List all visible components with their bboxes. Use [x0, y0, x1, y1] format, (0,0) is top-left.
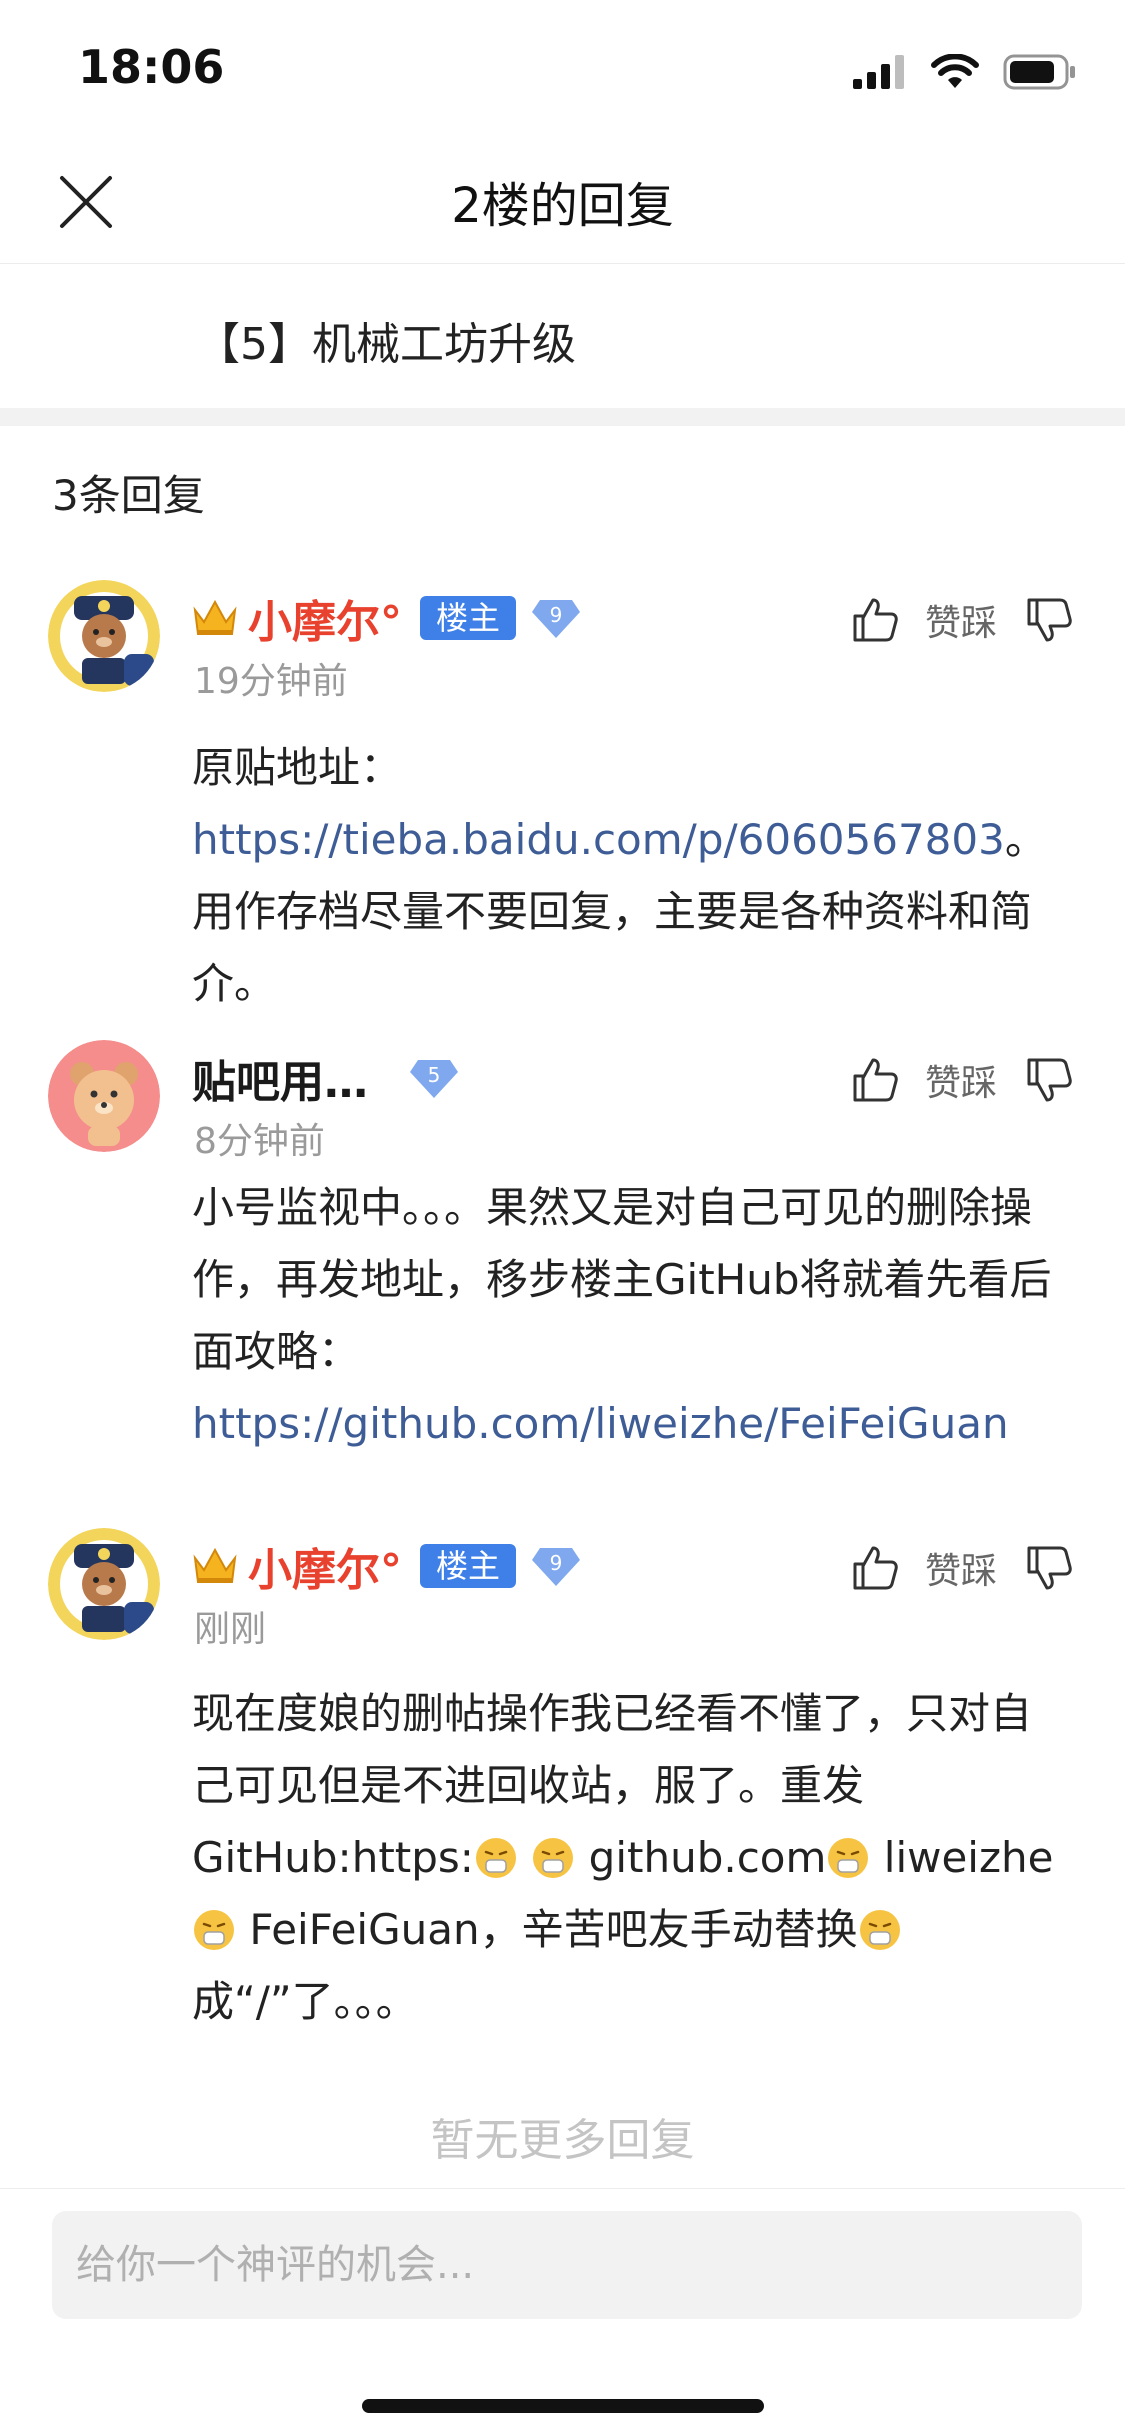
home-indicator[interactable] — [362, 2399, 764, 2413]
comment-link[interactable]: https://tieba.baidu.com/p/6060567803 — [192, 815, 1005, 864]
comment-item: 小摩尔° 楼主 9 19分钟前 赞踩 原贴地址： https://tieba.ba… — [0, 580, 1125, 1008]
page-title: 2楼的回复 — [451, 178, 674, 234]
level-gem-icon: 9 — [532, 1548, 581, 1586]
status-bar: 18:06 — [0, 0, 1125, 132]
crown-icon — [193, 599, 237, 635]
vote-label: 赞踩 — [924, 1551, 997, 1592]
comment-input[interactable] — [52, 2211, 1082, 2319]
thumbs-down-icon[interactable] — [1023, 1542, 1075, 1594]
username[interactable]: 贴吧用… — [192, 1046, 368, 1110]
cellular-signal-icon — [853, 55, 904, 89]
comment-text-part: liweizhe — [883, 1833, 1054, 1882]
comment-link[interactable]: https://github.com/liweizhe/FeiFeiGuan — [192, 1399, 1009, 1448]
level-number: 5 — [428, 1063, 441, 1087]
thumbs-up-icon[interactable] — [849, 1054, 901, 1106]
thread-link[interactable]: 【5】机械工坊升级 — [0, 264, 1125, 408]
sneeze-emoji-icon — [859, 1910, 900, 1950]
sneeze-emoji-icon — [475, 1838, 516, 1878]
comment-text: 小号监视中。。。果然又是对自己可见的删除操作，再发地址，移步楼主GitHub将就… — [192, 1172, 1072, 1460]
avatar[interactable] — [48, 1040, 160, 1152]
reply-count: 3条回复 — [52, 471, 205, 520]
comment-text-part: 小号监视中。。。果然又是对自己可见的删除操作，再发地址，移步楼主GitHub将就… — [192, 1183, 1052, 1376]
sneeze-emoji-icon — [533, 1838, 574, 1878]
comment-header: 小摩尔° 楼主 9 — [192, 1538, 582, 1596]
battery-icon — [1003, 54, 1075, 90]
comment-text-part: 原贴地址： — [192, 743, 403, 792]
comment-item: 贴吧用… 5 8分钟前 赞踩 小号监视中。。。果然又是对自己可见的删除操作，再发… — [0, 1040, 1125, 1460]
comment-time: 19分钟前 — [194, 661, 348, 702]
comment-text: 现在度娘的删帖操作我已经看不懂了，只对自己可见但是不进回收站，服了。重发GitH… — [192, 1678, 1072, 2038]
comment-item: 小摩尔° 楼主 9 刚刚 赞踩 现在度娘的删帖操作我已经看不懂了，只对自己可见但… — [0, 1528, 1125, 2048]
vote-actions: 赞踩 — [849, 1542, 1075, 1594]
level-number: 9 — [550, 603, 563, 627]
avatar[interactable] — [48, 580, 160, 692]
owner-badge: 楼主 — [420, 596, 517, 640]
comment-text-part: 成“/”了。。。 — [192, 1977, 418, 2026]
crown-icon — [193, 1547, 237, 1583]
level-gem-icon: 9 — [532, 600, 581, 638]
bear-avatar-icon — [48, 1040, 160, 1152]
vote-actions: 赞踩 — [849, 1054, 1075, 1106]
sneeze-emoji-icon — [194, 1910, 234, 1950]
thumbs-down-icon[interactable] — [1023, 594, 1075, 646]
vote-label: 赞踩 — [924, 603, 997, 644]
wifi-icon — [931, 54, 979, 88]
comment-time: 刚刚 — [194, 1609, 267, 1650]
username[interactable]: 小摩尔° — [248, 1534, 402, 1598]
status-time: 18:06 — [78, 40, 225, 94]
level-gem-icon: 5 — [410, 1060, 458, 1098]
comment-header: 小摩尔° 楼主 9 — [192, 590, 582, 648]
level-number: 9 — [550, 1551, 563, 1575]
comment-text-part: github.com — [588, 1833, 827, 1882]
thumbs-up-icon[interactable] — [849, 594, 901, 646]
sneeze-emoji-icon — [828, 1838, 869, 1878]
status-icons — [853, 52, 1077, 92]
username[interactable]: 小摩尔° — [248, 586, 402, 650]
thumbs-down-icon[interactable] — [1023, 1054, 1075, 1106]
comment-header: 贴吧用… 5 — [192, 1050, 460, 1108]
thread-title: 【5】机械工坊升级 — [196, 319, 576, 370]
comment-text: 原贴地址： https://tieba.baidu.com/p/606056780… — [192, 732, 1072, 1020]
thumbs-up-icon[interactable] — [849, 1542, 901, 1594]
vote-actions: 赞踩 — [849, 594, 1075, 646]
comment-text-part: FeiFeiGuan，辛苦吧友手动替换 — [249, 1905, 858, 1954]
comment-time: 8分钟前 — [194, 1121, 325, 1162]
section-divider — [0, 408, 1125, 426]
police-bear-avatar-icon — [48, 1528, 160, 1640]
owner-badge: 楼主 — [420, 1544, 517, 1588]
no-more-replies: 暂无更多回复 — [430, 2115, 695, 2166]
avatar[interactable] — [48, 1528, 160, 1640]
comment-input-bar — [0, 2188, 1125, 2436]
police-bear-avatar-icon — [48, 580, 160, 692]
vote-label: 赞踩 — [924, 1063, 997, 1104]
nav-bar: 2楼的回复 — [0, 132, 1125, 264]
